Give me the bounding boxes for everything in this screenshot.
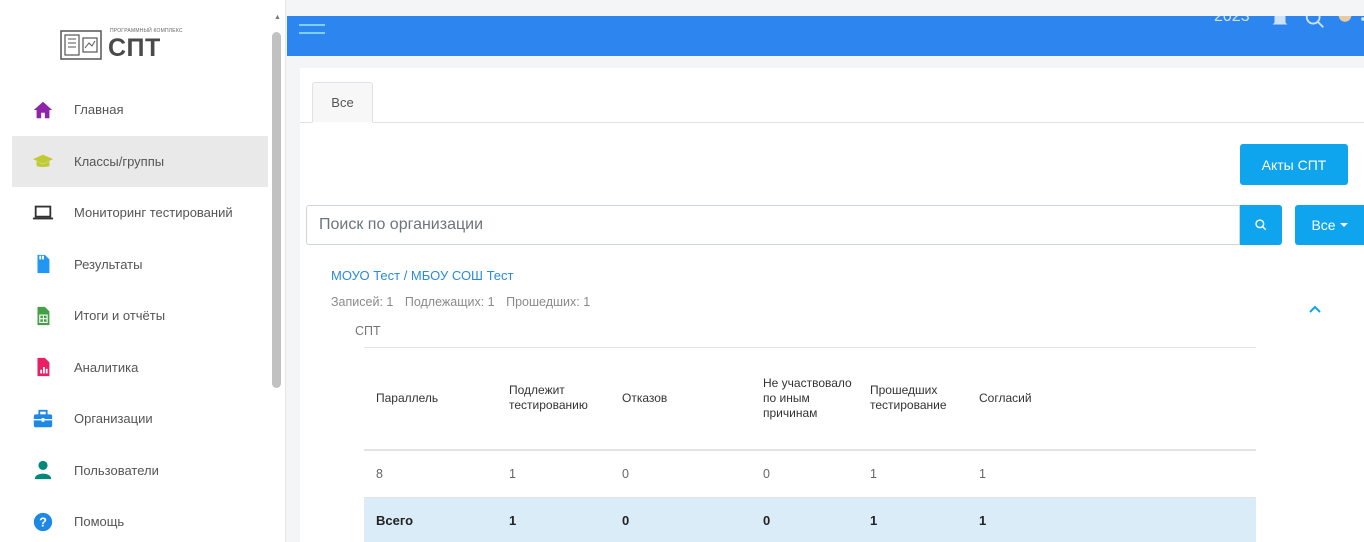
table-row: 8 1 0 0 1 1	[364, 449, 1256, 498]
sidebar-item-label: Организации	[74, 411, 153, 427]
hamburger-menu-icon[interactable]	[299, 24, 325, 40]
organization-link[interactable]: МОУО Тест / МБОУ СОШ Тест	[331, 268, 513, 283]
sidebar-item-label: Классы/группы	[74, 153, 165, 169]
table-cell: 1	[870, 513, 878, 529]
laptop-icon	[32, 202, 54, 224]
search-icon[interactable]	[1304, 16, 1326, 30]
column-header: Прошедших тестирование	[870, 383, 947, 413]
sidebar-item-label: Главная	[74, 102, 124, 118]
spreadsheet-icon	[32, 305, 54, 327]
sidebar-nav: Главная Классы/группы Мониторинг тестиро…	[12, 84, 268, 542]
search-icon	[1255, 219, 1267, 231]
search-input[interactable]	[307, 206, 1239, 244]
document-icon	[32, 253, 54, 275]
help-icon: ?	[32, 511, 54, 533]
filter-dropdown-label: Все	[1311, 217, 1336, 233]
column-header: Подлежит тестированию	[509, 383, 588, 413]
table-cell: 8	[376, 466, 383, 481]
year-selector[interactable]: 2023	[1214, 16, 1250, 26]
user-icon	[32, 459, 54, 481]
sidebar: ПРОГРАММНЫЙ КОМПЛЕКС СПТ Главная Классы/…	[0, 0, 286, 542]
subject-count: Подлежащих: 1	[404, 295, 495, 309]
sidebar-item-analytics[interactable]: Аналитика	[12, 342, 268, 394]
main-card: Все Акты СПТ Все МОУО Тест / МБОУ СОШ Те…	[300, 68, 1364, 542]
caret-down-icon	[1339, 223, 1348, 227]
analytics-file-icon	[32, 356, 54, 378]
table-header-row: Параллель Подлежит тестированию Отказов …	[364, 347, 1256, 450]
column-header: Параллель	[376, 390, 439, 405]
column-header: Не участвовало по иным причинам	[763, 375, 852, 420]
logo-mark-icon	[60, 30, 102, 60]
table-cell: 1	[870, 466, 877, 481]
column-header: Отказов	[622, 390, 668, 405]
sidebar-scrollbar[interactable]	[272, 32, 281, 388]
app-logo[interactable]: ПРОГРАММНЫЙ КОМПЛЕКС СПТ	[60, 24, 200, 64]
tab-all[interactable]: Все	[312, 82, 373, 123]
table-cell: 0	[622, 466, 629, 481]
sidebar-item-reports[interactable]: Итоги и отчёты	[12, 290, 268, 342]
records-count: Записей: 1	[331, 295, 394, 309]
sidebar-item-home[interactable]: Главная	[12, 84, 268, 136]
chevron-up-icon[interactable]	[1308, 302, 1322, 316]
table-cell: 0	[763, 513, 771, 529]
sidebar-item-organizations[interactable]: Организации	[12, 393, 268, 445]
table-cell: 1	[509, 513, 517, 529]
avatar[interactable]	[1334, 16, 1356, 30]
sidebar-item-label: Помощь	[74, 514, 125, 530]
graduation-cap-icon	[32, 150, 54, 172]
table-total-row: Всего 1 0 0 1 1	[364, 497, 1256, 542]
table-cell: 1	[509, 466, 516, 481]
acts-spt-button[interactable]: Акты СПТ	[1240, 144, 1348, 185]
results-table: Параллель Подлежит тестированию Отказов …	[364, 347, 1256, 542]
topbar: 2023	[287, 16, 1364, 56]
organization-stats: Записей: 1 Подлежащих: 1 Прошедших: 1	[331, 295, 598, 309]
more-vertical-icon[interactable]	[1358, 16, 1364, 30]
table-cell: 1	[979, 513, 987, 529]
table-cell: 0	[763, 466, 770, 481]
sidebar-item-label: Результаты	[74, 256, 143, 272]
sidebar-item-label: Мониторинг тестирований	[74, 205, 233, 221]
section-label: СПТ	[355, 324, 381, 338]
table-cell: 1	[979, 466, 986, 481]
passed-count: Прошедших: 1	[506, 295, 591, 309]
svg-text:?: ?	[39, 514, 47, 529]
scroll-up-icon[interactable]: ▲	[274, 14, 281, 21]
search-button[interactable]	[1240, 205, 1282, 245]
search-field	[306, 205, 1240, 245]
logo-title: СПТ	[108, 34, 161, 62]
table-cell: Всего	[376, 513, 414, 529]
filter-dropdown-button[interactable]: Все	[1295, 205, 1364, 245]
sidebar-item-users[interactable]: Пользователи	[12, 445, 268, 497]
briefcase-icon	[32, 408, 54, 430]
tab-bar: Все	[300, 82, 1364, 123]
column-header: Согласий	[979, 390, 1032, 405]
sidebar-item-label: Итоги и отчёты	[74, 308, 166, 324]
sidebar-item-classes[interactable]: Классы/группы	[12, 135, 268, 187]
bell-icon[interactable]	[1269, 16, 1291, 30]
home-icon	[32, 99, 54, 121]
sidebar-item-results[interactable]: Результаты	[12, 239, 268, 291]
table-cell: 0	[622, 513, 630, 529]
sidebar-item-monitoring[interactable]: Мониторинг тестирований	[12, 187, 268, 239]
sidebar-item-help[interactable]: ? Помощь	[12, 496, 268, 542]
sidebar-item-label: Аналитика	[74, 359, 139, 375]
sidebar-item-label: Пользователи	[74, 462, 159, 478]
